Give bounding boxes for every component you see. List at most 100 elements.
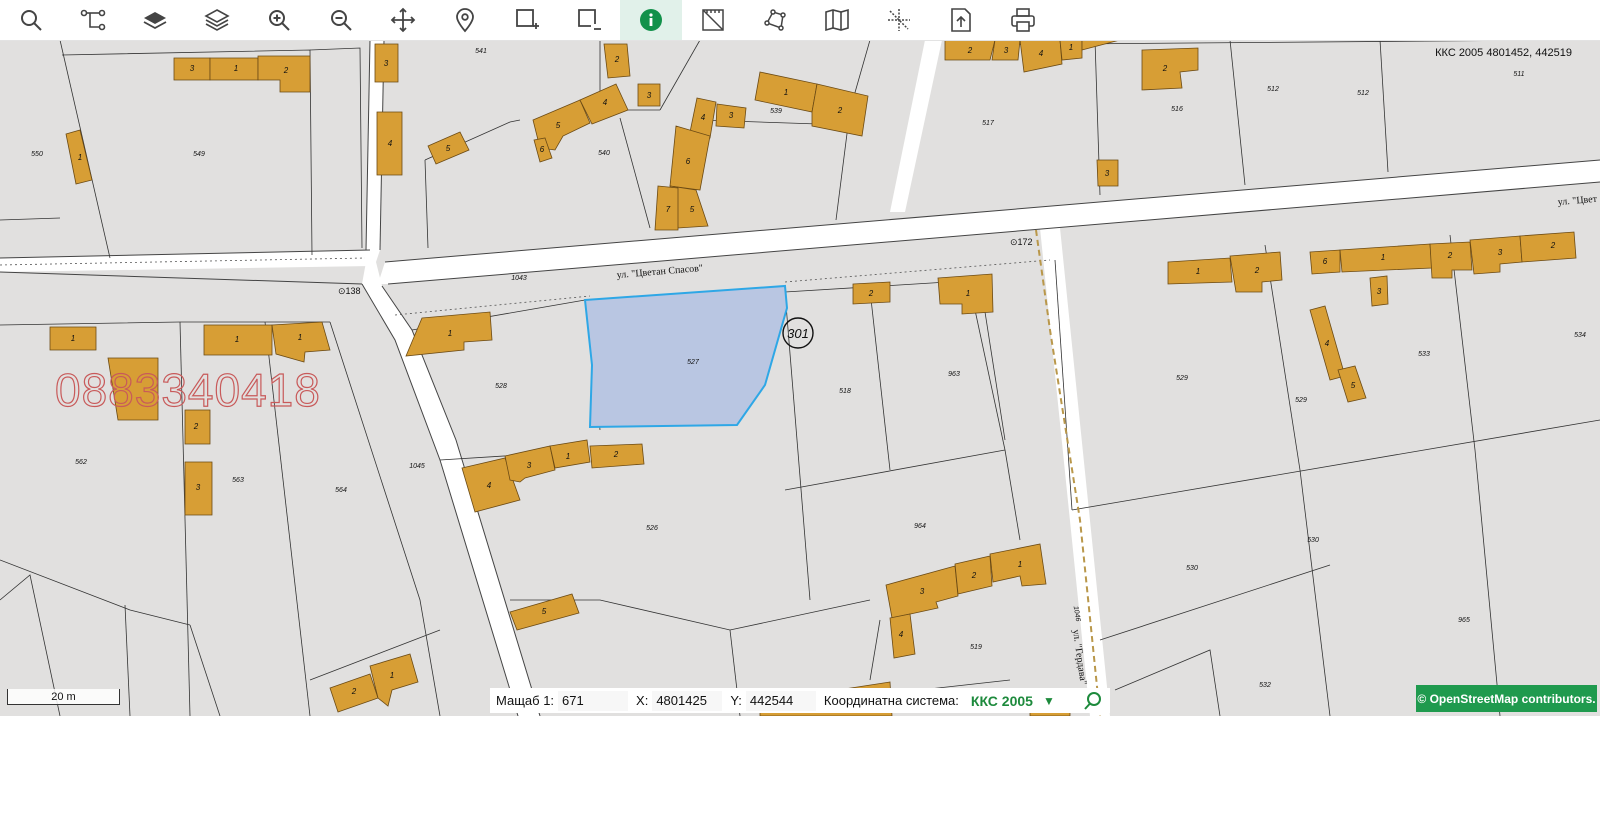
svg-text:526: 526 xyxy=(646,525,658,532)
coordinate-search-button[interactable] xyxy=(1083,691,1103,711)
svg-text:3: 3 xyxy=(196,483,201,492)
crs-label: Координатна система: xyxy=(823,693,959,708)
zoom-in-icon xyxy=(269,10,290,31)
x-label: X: xyxy=(636,693,649,708)
svg-text:2: 2 xyxy=(868,289,874,298)
svg-text:1: 1 xyxy=(1069,43,1073,52)
svg-text:1: 1 xyxy=(78,153,82,162)
svg-text:2: 2 xyxy=(967,46,973,55)
crosshair-tool-button[interactable] xyxy=(868,0,930,40)
polygon-icon xyxy=(764,9,786,31)
y-input[interactable] xyxy=(745,690,816,711)
pan-tool-button[interactable] xyxy=(372,0,434,40)
svg-text:533: 533 xyxy=(1418,351,1430,358)
crs-dropdown-icon[interactable]: ▼ xyxy=(1043,694,1055,708)
polygon-tool-button[interactable] xyxy=(744,0,806,40)
svg-text:3: 3 xyxy=(1377,287,1382,296)
svg-text:3: 3 xyxy=(729,111,734,120)
svg-text:5: 5 xyxy=(1351,381,1356,390)
svg-text:518: 518 xyxy=(839,388,851,395)
print-tool-button[interactable] xyxy=(992,0,1054,40)
svg-text:6: 6 xyxy=(1323,257,1328,266)
svg-text:5: 5 xyxy=(446,144,451,153)
svg-text:3: 3 xyxy=(920,587,925,596)
map-tool-button[interactable] xyxy=(806,0,868,40)
export-icon xyxy=(951,8,971,32)
svg-text:529: 529 xyxy=(1295,397,1307,404)
svg-text:1: 1 xyxy=(784,88,788,97)
zoom-out-tool-button[interactable] xyxy=(310,0,372,40)
location-pin-icon xyxy=(456,8,474,33)
svg-text:562: 562 xyxy=(75,459,87,466)
svg-text:3: 3 xyxy=(384,59,389,68)
svg-text:6: 6 xyxy=(540,145,545,154)
scale-input[interactable] xyxy=(558,690,629,711)
search-tool-button[interactable] xyxy=(0,0,62,40)
layers-outline-icon xyxy=(204,9,230,31)
svg-text:1: 1 xyxy=(235,335,239,344)
svg-text:2: 2 xyxy=(351,687,357,696)
svg-text:530: 530 xyxy=(1307,537,1319,544)
svg-text:964: 964 xyxy=(914,523,926,530)
svg-text:539: 539 xyxy=(770,108,782,115)
svg-text:530: 530 xyxy=(1186,565,1198,572)
svg-text:4: 4 xyxy=(899,630,904,639)
route-tool-button[interactable] xyxy=(62,0,124,40)
svg-text:4: 4 xyxy=(388,139,393,148)
svg-text:2: 2 xyxy=(1447,251,1453,260)
marker-tool-button[interactable] xyxy=(434,0,496,40)
svg-text:512: 512 xyxy=(1267,86,1279,93)
svg-text:2: 2 xyxy=(1254,266,1260,275)
svg-text:1: 1 xyxy=(566,452,570,461)
attribution[interactable]: © OpenStreetMap contributors. xyxy=(1416,685,1597,712)
svg-text:550: 550 xyxy=(31,151,43,158)
layers-outline-tool-button[interactable] xyxy=(186,0,248,40)
measure-tool-button[interactable] xyxy=(682,0,744,40)
svg-text:3: 3 xyxy=(1498,248,1503,257)
phone-watermark: 0883340418 xyxy=(54,363,321,416)
svg-text:4: 4 xyxy=(1039,49,1044,58)
add-rect-tool-button[interactable] xyxy=(496,0,558,40)
svg-text:3: 3 xyxy=(647,91,652,100)
ruler-icon xyxy=(702,9,724,31)
zoom-in-tool-button[interactable] xyxy=(248,0,310,40)
svg-text:5: 5 xyxy=(556,121,561,130)
svg-text:512: 512 xyxy=(1357,90,1369,97)
layers-tool-button[interactable] xyxy=(124,0,186,40)
svg-text:532: 532 xyxy=(1259,682,1271,689)
map-icon xyxy=(825,8,849,32)
rectangle-minus-icon xyxy=(578,9,601,30)
print-icon xyxy=(1011,8,1035,32)
info-tool-button[interactable] xyxy=(620,0,682,40)
y-label: Y: xyxy=(730,693,742,708)
svg-text:7: 7 xyxy=(666,205,671,214)
remove-rect-tool-button[interactable] xyxy=(558,0,620,40)
status-bar: Мащаб 1: X: Y: Координатна система: ККС … xyxy=(490,688,1110,713)
svg-text:1: 1 xyxy=(1381,253,1385,262)
svg-text:1: 1 xyxy=(966,289,970,298)
svg-text:1: 1 xyxy=(71,334,75,343)
svg-text:3: 3 xyxy=(527,461,532,470)
x-input[interactable] xyxy=(652,690,723,711)
info-icon xyxy=(640,9,662,31)
svg-text:965: 965 xyxy=(1458,617,1470,624)
svg-text:2: 2 xyxy=(613,450,619,459)
search-icon xyxy=(1084,691,1101,710)
svg-text:516: 516 xyxy=(1171,106,1183,113)
svg-text:5: 5 xyxy=(690,205,695,214)
crs-value[interactable]: ККС 2005 xyxy=(971,693,1033,709)
svg-text:1043: 1043 xyxy=(511,275,527,282)
point-label-172: ⊙172 xyxy=(1010,237,1033,247)
export-tool-button[interactable] xyxy=(930,0,992,40)
svg-text:5: 5 xyxy=(542,607,547,616)
svg-text:2: 2 xyxy=(283,66,289,75)
svg-text:1: 1 xyxy=(234,64,238,73)
crosshair-icon xyxy=(888,9,910,31)
svg-text:4: 4 xyxy=(603,98,608,107)
layers-solid-icon xyxy=(143,12,167,30)
svg-text:527: 527 xyxy=(687,359,700,366)
svg-text:549: 549 xyxy=(193,151,205,158)
svg-text:540: 540 xyxy=(598,150,610,157)
svg-text:534: 534 xyxy=(1574,332,1586,339)
svg-text:3: 3 xyxy=(1105,169,1110,178)
